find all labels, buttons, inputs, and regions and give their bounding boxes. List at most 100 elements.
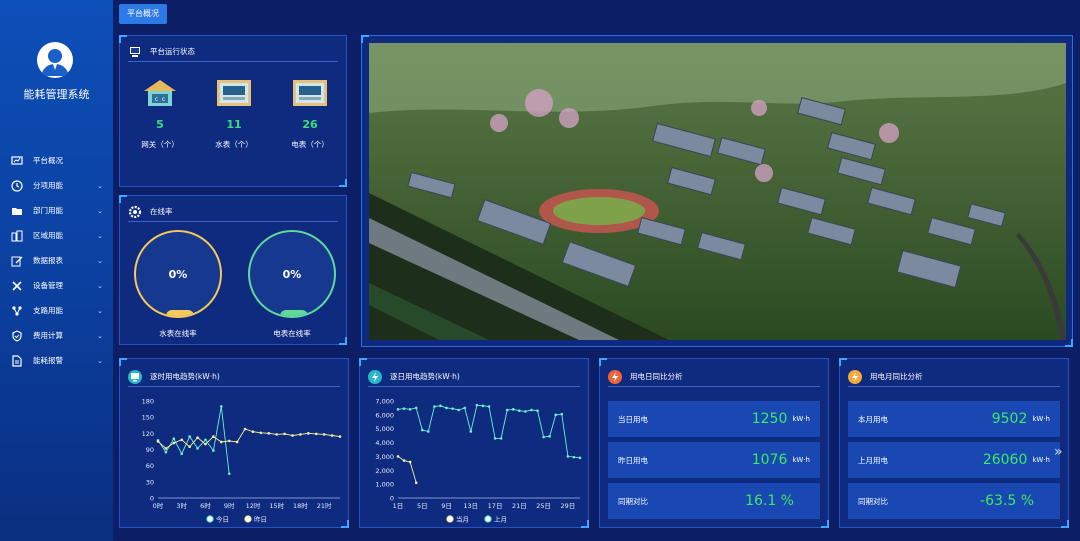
daily-x-tick-label: 29日 xyxy=(560,502,575,510)
daily-usage-panel: 逐日用电趋势(kW·h) 0 1,000 2,000 3,000 4,000 5,000 6… xyxy=(359,358,589,528)
sidebar-nav: 平台概况 分项用能 ⌄ 部门用能 ⌄ 区域用能 ⌄ 数据报表 ⌄ 设备管理 ⌄ 支路用能 ⌄ 费用计算 ⌄ 能… xyxy=(0,148,113,373)
daily-series-1-point xyxy=(524,410,527,413)
daily-series-1-point xyxy=(487,405,491,408)
shield-icon xyxy=(12,329,22,342)
hourly-x-tick-label: 3时 xyxy=(176,501,187,510)
sidebar-item-4[interactable]: 数据报表 ⌄ xyxy=(0,248,113,273)
this-month-label: 本月用电 xyxy=(858,414,888,424)
building-icon xyxy=(11,230,23,241)
lightning-icon xyxy=(608,369,622,384)
month-compare-title: 用电月同比分析 xyxy=(870,372,923,381)
user-avatar-icon[interactable] xyxy=(37,42,73,78)
month-yoy-label: 同期对比 xyxy=(858,496,888,506)
daily-series-0-point xyxy=(402,459,406,462)
sidebar-item-label: 能耗报警 xyxy=(33,356,63,365)
yesterday-usage-value: 1076 xyxy=(751,452,788,468)
hourly-series-1-point xyxy=(204,442,207,446)
daily-usage-chart: 01,0002,0003,0004,0005,0006,0007,0001日 5日… xyxy=(375,398,582,524)
daily-y-tick-label: 3,000 xyxy=(375,453,394,461)
last-month-label: 上月用电 xyxy=(858,455,888,465)
electric-meter-icon xyxy=(293,80,327,106)
hourly-series-1-point xyxy=(235,440,239,444)
hourly-x-tick-label: 9时 xyxy=(224,501,235,510)
next-page-icon[interactable]: » xyxy=(1054,444,1063,460)
gateway-stat: c c 5 网关（个） xyxy=(130,78,190,150)
hourly-y-tick-label: 180 xyxy=(142,398,154,406)
hourly-series-1-point xyxy=(172,441,176,445)
daily-x-tick-label: 13日 xyxy=(463,502,478,510)
day-compare-title: 用电日同比分析 xyxy=(630,372,683,381)
sidebar-item-1[interactable]: 分项用能 ⌄ xyxy=(0,173,113,198)
hourly-y-tick-label: 150 xyxy=(142,414,154,422)
hourly-y-tick-label: 30 xyxy=(146,478,154,486)
hourly-y-tick-label: 60 xyxy=(146,462,154,470)
electric-online-value: 0% xyxy=(282,267,302,281)
hourly-series-1-point xyxy=(180,438,184,442)
chevron-down-icon: ⌄ xyxy=(97,206,103,215)
hourly-series-1-point xyxy=(196,436,199,439)
hourly-x-tick-label: 0时 xyxy=(153,501,164,510)
hourly-series-1-point xyxy=(322,433,326,436)
tab-platform-overview[interactable]: 平台概况 xyxy=(119,4,167,24)
daily-series-1-point xyxy=(469,430,473,433)
today-usage-value: 1250 xyxy=(751,411,788,427)
hourly-x-tick-label: 18时 xyxy=(293,501,308,510)
today-usage-label: 当日用电 xyxy=(618,414,648,424)
hourly-series-0-point xyxy=(220,405,223,408)
hourly-series-1-point xyxy=(212,435,215,438)
hourly-x-tick-label: 12时 xyxy=(246,501,261,510)
day-yoy-label: 同期对比 xyxy=(618,496,648,506)
document-icon xyxy=(12,354,22,367)
sidebar-item-8[interactable]: 能耗报警 ⌄ xyxy=(0,348,113,373)
sidebar: 能耗管理系统 平台概况 分项用能 ⌄ 部门用能 ⌄ 区域用能 ⌄ 数据报表 ⌄ 设备管理 ⌄ 支路用能… xyxy=(0,0,113,541)
online-rate-header: 在线率 xyxy=(128,202,338,222)
daily-series-1-point xyxy=(560,412,564,416)
monitor-icon xyxy=(128,369,142,384)
electric-meter-stat: 26 电表（个） xyxy=(280,78,340,150)
chevron-down-icon: ⌄ xyxy=(97,256,103,265)
daily-series-1-point xyxy=(566,455,570,458)
daily-series-1-point xyxy=(475,403,479,407)
daily-series-1-point xyxy=(578,456,582,460)
daily-series-1-point xyxy=(548,435,551,438)
daily-series-0-point xyxy=(408,460,412,464)
daily-series-1-point xyxy=(433,405,436,408)
sidebar-item-7[interactable]: 费用计算 ⌄ xyxy=(0,323,113,348)
day-yoy-value: 16.1 % xyxy=(745,493,794,509)
month-compare-header: 用电月同比分析 xyxy=(848,367,1060,387)
daily-series-1-point xyxy=(463,406,467,410)
sidebar-item-6[interactable]: 支路用能 ⌄ xyxy=(0,298,113,323)
today-usage-unit: kW·h xyxy=(792,415,810,423)
hourly-legend-label: 今日 xyxy=(216,515,229,524)
sidebar-item-2[interactable]: 部门用能 ⌄ xyxy=(0,198,113,223)
daily-series-1-point xyxy=(572,455,576,459)
sidebar-item-5[interactable]: 设备管理 ⌄ xyxy=(0,273,113,298)
hourly-x-tick-label: 6时 xyxy=(200,501,211,510)
water-meter-icon xyxy=(217,80,251,106)
daily-series-1-point xyxy=(457,408,460,412)
daily-y-tick-label: 1,000 xyxy=(375,481,394,489)
daily-legend-marker xyxy=(484,515,492,523)
hourly-legend-marker xyxy=(244,515,252,523)
daily-x-tick-label: 17日 xyxy=(488,502,503,510)
sidebar-item-0[interactable]: 平台概况 xyxy=(0,148,113,173)
hourly-x-tick-label: 15时 xyxy=(269,501,284,510)
today-usage-row: 当日用电 1250 kW·h xyxy=(608,401,820,437)
last-month-row: 上月用电 26060 kW·h xyxy=(848,442,1060,478)
yesterday-usage-unit: kW·h xyxy=(792,456,810,464)
daily-series-1-point xyxy=(493,437,497,440)
daily-series-1-point xyxy=(542,435,545,439)
daily-x-tick-label: 5日 xyxy=(417,502,428,510)
day-yoy-row: 同期对比 16.1 % xyxy=(608,483,820,519)
sidebar-item-3[interactable]: 区域用能 ⌄ xyxy=(0,223,113,248)
daily-usage-title: 逐日用电趋势(kW·h) xyxy=(390,372,460,381)
clock-icon xyxy=(11,179,23,192)
water-meter-stat: 11 水表（个） xyxy=(204,78,264,150)
daily-series-1-point xyxy=(445,406,448,410)
daily-series-0-line xyxy=(397,456,417,483)
hourly-series-1-point xyxy=(251,430,255,434)
daily-x-tick-label: 1日 xyxy=(393,502,404,510)
lightning-icon xyxy=(368,369,382,384)
gateway-label: 网关（个） xyxy=(141,140,179,149)
sidebar-item-label: 设备管理 xyxy=(33,281,63,290)
